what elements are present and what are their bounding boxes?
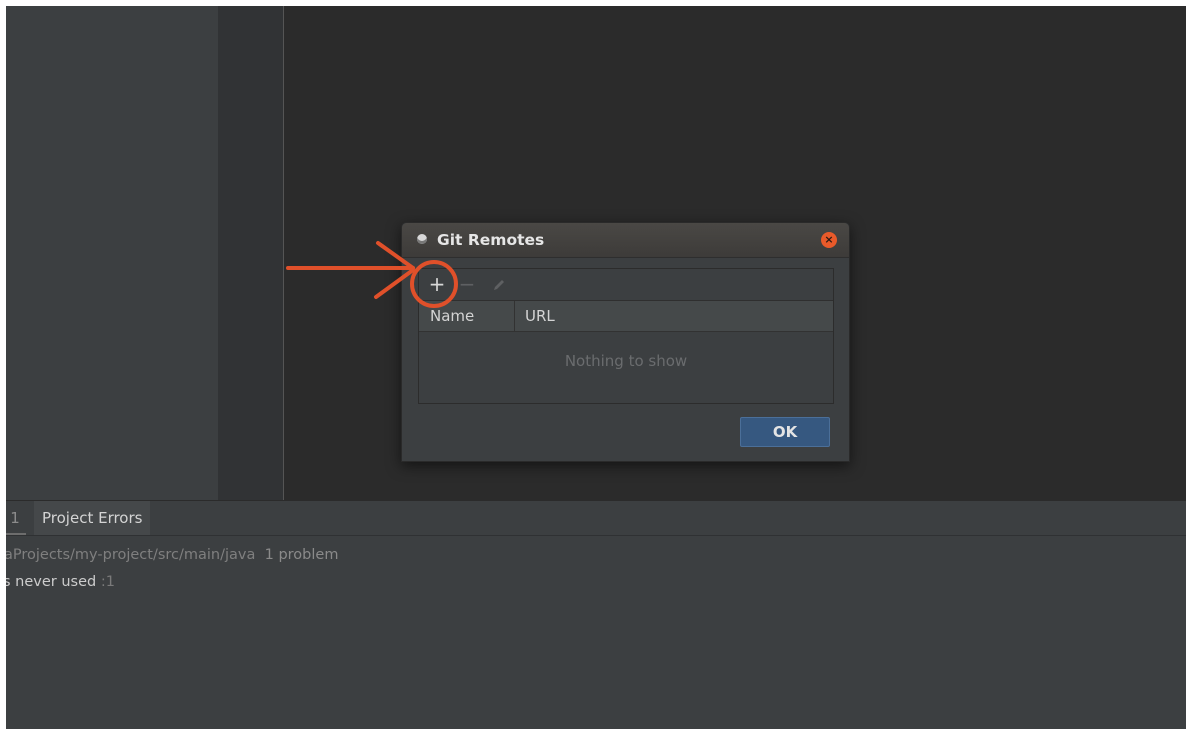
pencil-icon[interactable]	[487, 269, 511, 300]
table-header: Name URL	[419, 301, 833, 332]
problem-text: s never used	[6, 574, 97, 590]
problems-tool-window: 1 Project Errors aProjects/my-project/sr…	[6, 500, 1186, 729]
problem-count: 1 problem	[264, 547, 339, 563]
close-icon[interactable]: ×	[821, 232, 837, 248]
problem-line: :1	[100, 574, 115, 590]
table-body[interactable]: Nothing to show	[419, 332, 833, 403]
column-header-name[interactable]: Name	[430, 301, 515, 331]
remotes-table-panel: + − Name URL Nothing to show	[418, 268, 834, 404]
problem-item-row[interactable]: s never used :1	[6, 574, 115, 590]
remotes-toolbar: + −	[419, 269, 833, 301]
editor-gutter	[218, 6, 284, 500]
minus-icon[interactable]: −	[455, 269, 479, 300]
plus-icon[interactable]: +	[425, 269, 449, 300]
column-header-url[interactable]: URL	[525, 301, 555, 331]
app-icon	[417, 234, 427, 244]
problem-group-path: aProjects/my-project/src/main/java	[6, 547, 256, 563]
project-tool-window	[6, 6, 218, 500]
dialog-title-bar[interactable]: Git Remotes ×	[402, 223, 849, 258]
tab-project-errors[interactable]: Project Errors	[34, 501, 151, 535]
dialog-title: Git Remotes	[437, 231, 545, 249]
git-remotes-dialog: Git Remotes × + − Name URL Nothing to sh…	[401, 222, 850, 462]
ide-window: 1 Project Errors aProjects/my-project/sr…	[6, 6, 1186, 729]
empty-state-text: Nothing to show	[564, 352, 688, 370]
bottom-tab-bar: 1 Project Errors	[6, 500, 1186, 536]
tab-file[interactable]: 1	[6, 501, 26, 535]
problem-group-row[interactable]: aProjects/my-project/src/main/java 1 pro…	[6, 547, 338, 563]
ok-button[interactable]: OK	[740, 417, 830, 447]
